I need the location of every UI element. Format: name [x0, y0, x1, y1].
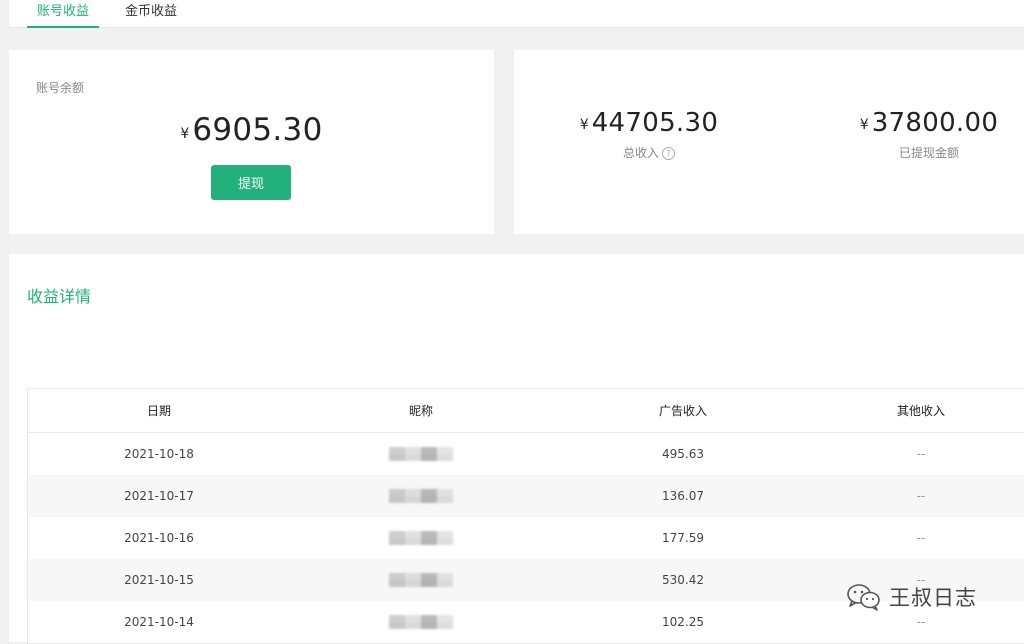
section-title: 收益详情: [27, 287, 92, 306]
cell-ad-income: 495.63: [662, 447, 704, 461]
cell-other-income: --: [916, 447, 926, 461]
income-summary-card: ¥44705.30 总收入? ¥37800.00 已提现金额: [514, 50, 1024, 234]
column-header-date: 日期: [146, 404, 171, 418]
total-income-value: 44705.30: [591, 108, 719, 138]
currency-symbol: ¥: [579, 117, 589, 133]
total-income-stat: ¥44705.30 总收入?: [549, 108, 749, 161]
cell-nickname: [290, 447, 552, 461]
cell-other-income: --: [916, 489, 926, 503]
cell-date: 2021-10-15: [124, 573, 194, 587]
table-row: 2021-10-18 495.63 --: [28, 433, 1024, 475]
table-row: 2021-10-17 136.07 --: [28, 475, 1024, 517]
blurred-nickname: [389, 615, 453, 629]
withdrawn-value: 37800.00: [871, 108, 999, 138]
cell-nickname: [290, 489, 552, 503]
balance-value: 6905.30: [192, 112, 323, 148]
cell-date: 2021-10-17: [124, 489, 194, 503]
withdrawn-label: 已提现金额: [898, 146, 959, 160]
question-circle-icon[interactable]: ?: [662, 147, 675, 160]
currency-symbol: ¥: [180, 126, 190, 142]
watermark-text: 王叔日志: [889, 586, 977, 610]
column-header-other-income: 其他收入: [896, 404, 945, 418]
cell-nickname: [290, 531, 552, 545]
withdrawn-stat: ¥37800.00 已提现金额: [829, 108, 1024, 161]
total-income-label: 总收入: [622, 146, 659, 160]
table-header: 日期 昵称 广告收入 其他收入: [28, 389, 1024, 433]
cell-ad-income: 136.07: [662, 489, 704, 503]
cell-date: 2021-10-18: [124, 447, 194, 461]
balance-label: 账号余额: [36, 81, 85, 95]
blurred-nickname: [389, 531, 453, 545]
cell-other-income: --: [916, 531, 926, 545]
cell-ad-income: 102.25: [662, 615, 704, 629]
tab-bar: 账号收益 金币收益: [9, 0, 1024, 28]
blurred-nickname: [389, 573, 453, 587]
table-row: 2021-10-16 177.59 --: [28, 517, 1024, 559]
cell-date: 2021-10-14: [124, 615, 194, 629]
currency-symbol: ¥: [859, 117, 869, 133]
column-header-nickname: 昵称: [408, 404, 433, 418]
column-header-ad-income: 广告收入: [658, 404, 707, 418]
withdraw-button[interactable]: 提现: [211, 165, 291, 200]
cell-nickname: [290, 573, 552, 587]
balance-card: 账号余额 ¥6905.30 提现: [9, 50, 494, 234]
blurred-nickname: [389, 489, 453, 503]
watermark: 王叔日志: [845, 582, 977, 612]
tab-coin-income[interactable]: 金币收益: [125, 0, 177, 27]
total-income-amount: ¥44705.30: [549, 108, 749, 138]
cell-ad-income: 177.59: [662, 531, 704, 545]
cell-date: 2021-10-16: [124, 531, 194, 545]
cell-other-income: --: [916, 615, 926, 629]
withdrawn-amount: ¥37800.00: [829, 108, 1024, 138]
tab-account-income[interactable]: 账号收益: [27, 0, 99, 28]
cell-ad-income: 530.42: [662, 573, 704, 587]
total-income-caption: 总收入?: [549, 144, 749, 161]
balance-amount: ¥6905.30: [9, 112, 494, 148]
blurred-nickname: [389, 447, 453, 461]
wechat-icon: [847, 584, 880, 611]
cell-nickname: [290, 615, 552, 629]
